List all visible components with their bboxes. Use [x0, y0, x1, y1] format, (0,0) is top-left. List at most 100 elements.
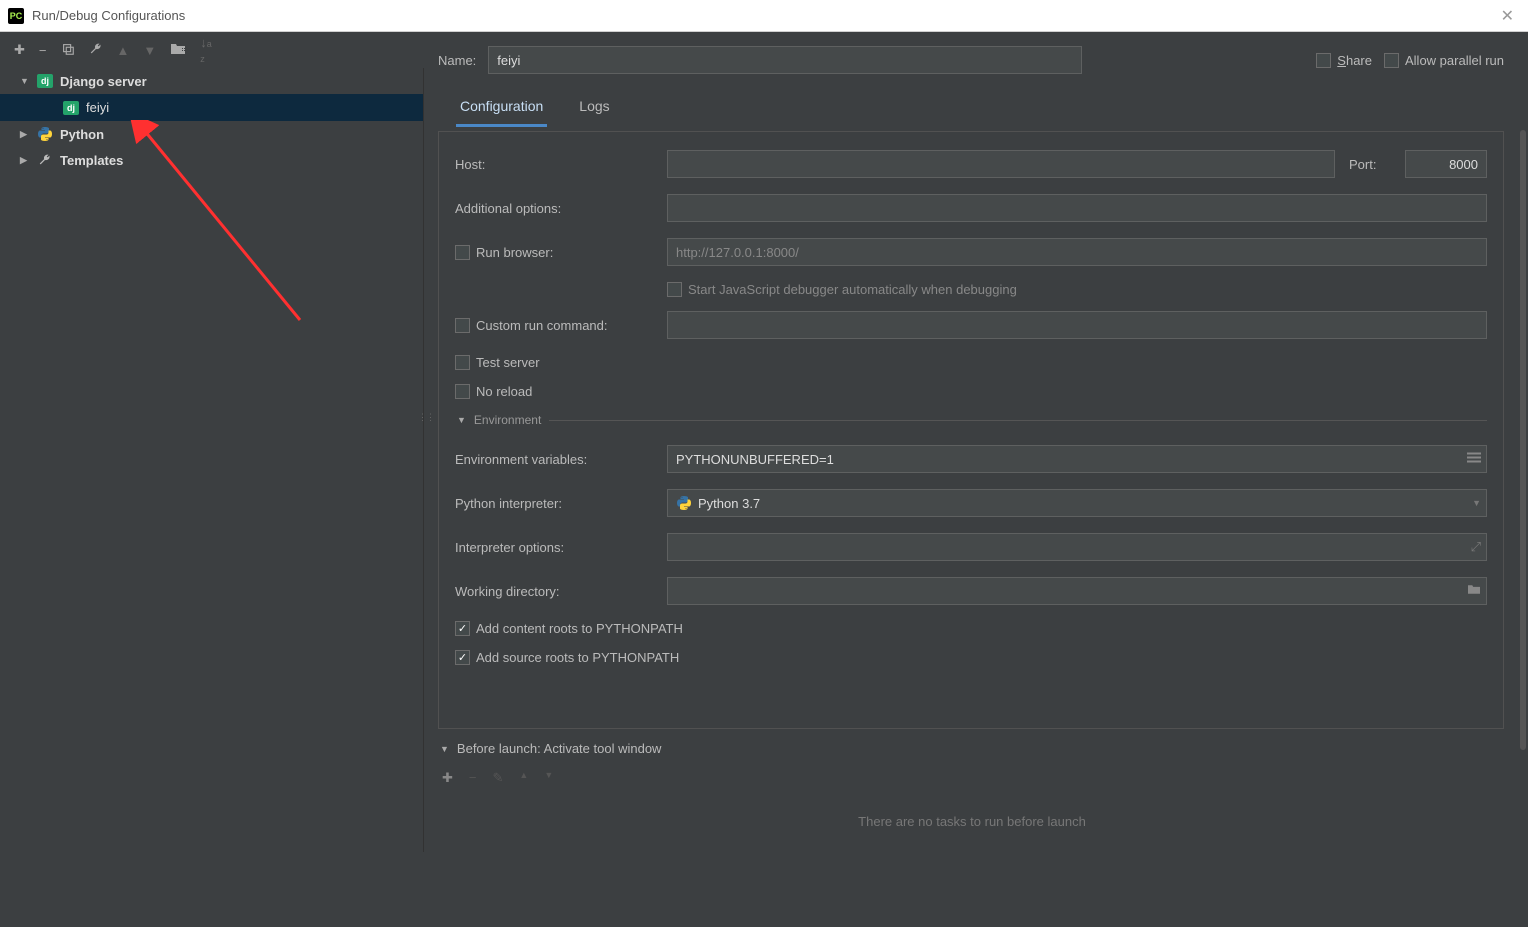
scrollbar[interactable]: [1520, 130, 1526, 750]
edit-task-button[interactable]: ✎: [493, 770, 504, 786]
config-tabs: Configuration Logs: [438, 90, 1504, 127]
tab-logs[interactable]: Logs: [575, 90, 613, 127]
name-input[interactable]: [488, 46, 1082, 74]
run-browser-checkbox[interactable]: Run browser:: [455, 245, 667, 260]
wrench-icon: [38, 153, 52, 167]
interpreter-label: Python interpreter:: [455, 496, 667, 511]
tree-node-label: Templates: [60, 153, 123, 168]
folder-button[interactable]: [170, 42, 186, 59]
run-browser-label: Run browser:: [476, 245, 553, 260]
folder-icon: [170, 42, 186, 56]
expand-arrow-icon: ▼: [440, 744, 449, 754]
collapse-arrow-icon: ▶: [20, 155, 32, 166]
config-tree: ▼ dj Django server dj feiyi ▶ Python ▶: [0, 68, 424, 852]
before-launch-header[interactable]: ▼ Before launch: Activate tool window: [440, 741, 1504, 756]
copy-config-button[interactable]: [61, 42, 75, 59]
tree-node-python[interactable]: ▶ Python: [0, 121, 423, 147]
custom-run-command-checkbox[interactable]: Custom run command:: [455, 318, 667, 333]
checkbox-checked-icon: [455, 621, 470, 636]
remove-config-button[interactable]: −: [39, 43, 47, 58]
env-vars-label: Environment variables:: [455, 452, 667, 467]
checkbox-icon: [667, 282, 682, 297]
python-icon: [676, 495, 692, 511]
checkbox-checked-icon: [455, 650, 470, 665]
dropdown-arrow-icon: ▼: [1472, 498, 1481, 508]
environment-section-label: Environment: [474, 413, 541, 427]
checkbox-icon: [455, 384, 470, 399]
checkbox-icon: [455, 245, 470, 260]
name-label: Name:: [438, 53, 476, 68]
checkbox-icon: [455, 355, 470, 370]
interpreter-options-input[interactable]: [667, 533, 1487, 561]
copy-icon: [61, 42, 75, 56]
window-close-button[interactable]: ✕: [1495, 6, 1520, 26]
expand-field-button[interactable]: ⤢: [1471, 539, 1481, 555]
move-down-button[interactable]: ▼: [143, 43, 156, 58]
custom-run-command-label: Custom run command:: [476, 318, 608, 333]
divider: [549, 420, 1487, 421]
expand-arrow-icon: ▼: [20, 76, 32, 86]
working-directory-label: Working directory:: [455, 584, 667, 599]
move-up-button[interactable]: ▲: [117, 43, 130, 58]
allow-parallel-checkbox[interactable]: Allow parallel run: [1384, 53, 1504, 68]
test-server-checkbox[interactable]: Test server: [455, 355, 540, 370]
no-tasks-message: There are no tasks to run before launch: [440, 814, 1504, 829]
port-label: Port:: [1349, 157, 1391, 172]
additional-options-input[interactable]: [667, 194, 1487, 222]
run-browser-url-input[interactable]: [667, 238, 1487, 266]
wrench-icon: [89, 42, 103, 56]
additional-options-label: Additional options:: [455, 201, 667, 216]
no-reload-checkbox[interactable]: No reload: [455, 384, 532, 399]
app-icon: PC: [8, 8, 24, 24]
add-config-button[interactable]: ✚: [14, 42, 25, 58]
window-title: Run/Debug Configurations: [32, 8, 185, 23]
checkbox-icon: [455, 318, 470, 333]
source-roots-checkbox[interactable]: Add source roots to PYTHONPATH: [455, 650, 679, 665]
add-task-button[interactable]: ✚: [442, 770, 453, 786]
host-input[interactable]: [667, 150, 1335, 178]
host-label: Host:: [455, 157, 667, 172]
tree-node-label: Django server: [60, 74, 147, 89]
sort-button[interactable]: ↓az: [200, 35, 212, 65]
splitter-handle[interactable]: ⋮⋮: [418, 412, 434, 423]
share-checkbox[interactable]: SSharehare: [1316, 53, 1372, 68]
config-toolbar: ✚ − ▲ ▼ ↓az: [0, 32, 424, 68]
before-launch-title: Before launch: Activate tool window: [457, 741, 662, 756]
start-js-debugger-checkbox[interactable]: Start JavaScript debugger automatically …: [667, 282, 1017, 297]
working-directory-input[interactable]: [667, 577, 1487, 605]
python-icon: [37, 126, 53, 142]
content-roots-label: Add content roots to PYTHONPATH: [476, 621, 683, 636]
django-icon: dj: [63, 101, 79, 115]
no-reload-label: No reload: [476, 384, 532, 399]
source-roots-label: Add source roots to PYTHONPATH: [476, 650, 679, 665]
interpreter-dropdown[interactable]: Python 3.7: [667, 489, 1487, 517]
content-roots-checkbox[interactable]: Add content roots to PYTHONPATH: [455, 621, 683, 636]
allow-parallel-label: Allow parallel run: [1405, 53, 1504, 68]
tree-leaf-feiyi[interactable]: dj feiyi: [0, 94, 423, 121]
browse-folder-button[interactable]: [1467, 584, 1481, 599]
configuration-form: Host: Port: Additional options: Run brow…: [438, 131, 1504, 729]
checkbox-icon: [1384, 53, 1399, 68]
tree-node-label: Python: [60, 127, 104, 142]
tree-node-django-server[interactable]: ▼ dj Django server: [0, 68, 423, 94]
remove-task-button[interactable]: −: [469, 770, 477, 786]
interpreter-options-label: Interpreter options:: [455, 540, 667, 555]
tab-configuration[interactable]: Configuration: [456, 90, 547, 127]
port-input[interactable]: [1405, 150, 1487, 178]
move-task-down-button[interactable]: ▼: [544, 770, 553, 786]
environment-section-header[interactable]: ▼ Environment: [457, 413, 1487, 427]
folder-icon: [1467, 584, 1481, 596]
custom-run-command-input[interactable]: [667, 311, 1487, 339]
test-server-label: Test server: [476, 355, 540, 370]
env-vars-input[interactable]: [667, 445, 1487, 473]
start-js-debugger-label: Start JavaScript debugger automatically …: [688, 282, 1017, 297]
window-titlebar: PC Run/Debug Configurations ✕: [0, 0, 1528, 32]
browse-env-button[interactable]: [1467, 452, 1481, 467]
move-task-up-button[interactable]: ▲: [519, 770, 528, 786]
django-icon: dj: [37, 74, 53, 88]
list-icon: [1467, 452, 1481, 464]
interpreter-value: Python 3.7: [698, 496, 760, 511]
edit-defaults-button[interactable]: [89, 42, 103, 59]
tree-leaf-label: feiyi: [86, 100, 109, 115]
tree-node-templates[interactable]: ▶ Templates: [0, 147, 423, 173]
